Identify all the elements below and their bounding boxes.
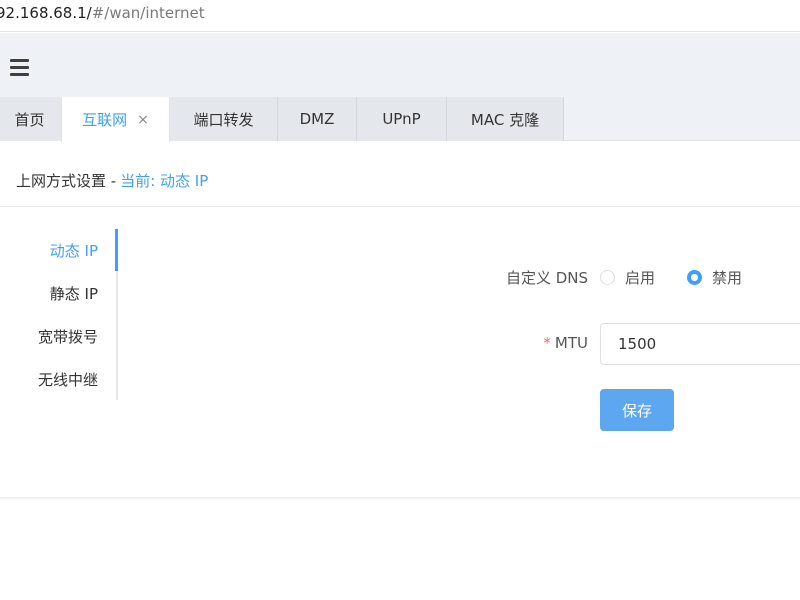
tab-bar: 首页 互联网 × 端口转发 DMZ UPnP MAC 克隆 bbox=[0, 97, 800, 142]
radio-circle-icon bbox=[600, 270, 615, 285]
url-path: #/wan/internet bbox=[91, 4, 205, 22]
tab-upnp[interactable]: UPnP bbox=[357, 97, 447, 141]
required-marker: * bbox=[543, 334, 551, 352]
nav-item-wireless-repeater[interactable]: 无线中继 bbox=[38, 369, 98, 390]
settings-card: 动态 IP 静态 IP 宽带拨号 无线中继 自定义 DNS 启用 禁用 * MTU… bbox=[0, 208, 800, 498]
nav-item-static-ip[interactable]: 静态 IP bbox=[50, 283, 98, 304]
top-bar bbox=[0, 33, 800, 97]
tab-dmz[interactable]: DMZ bbox=[278, 97, 357, 141]
url-text[interactable]: 92.168.68.1/#/wan/internet bbox=[0, 4, 205, 22]
nav-item-dynamic-ip[interactable]: 动态 IP bbox=[50, 240, 98, 261]
radio-label: 启用 bbox=[625, 269, 656, 287]
close-icon[interactable]: × bbox=[137, 112, 149, 128]
page-title: 上网方式设置 - bbox=[16, 172, 117, 190]
nav-item-pppoe[interactable]: 宽带拨号 bbox=[38, 326, 98, 347]
mtu-value: 1500 bbox=[618, 335, 657, 353]
hamburger-menu-icon[interactable] bbox=[10, 59, 29, 76]
dns-disable-radio[interactable]: 禁用 bbox=[687, 267, 742, 288]
save-button[interactable]: 保存 bbox=[600, 389, 674, 431]
tab-label: 端口转发 bbox=[193, 110, 254, 129]
mtu-input[interactable]: 1500 bbox=[600, 323, 800, 365]
tab-label: UPnP bbox=[382, 110, 421, 128]
connection-type-nav: 动态 IP 静态 IP 宽带拨号 无线中继 bbox=[0, 228, 118, 400]
tab-label: 首页 bbox=[14, 110, 45, 129]
page-header: 上网方式设置 - 当前: 动态 IP bbox=[0, 155, 800, 207]
active-indicator bbox=[115, 229, 118, 271]
tab-label: 互联网 bbox=[82, 111, 128, 129]
tab-label: MAC 克隆 bbox=[470, 110, 540, 129]
radio-label: 禁用 bbox=[712, 269, 743, 287]
mtu-label: * MTU bbox=[500, 334, 588, 352]
address-bar[interactable]: 92.168.68.1/#/wan/internet bbox=[0, 0, 800, 32]
dns-label: 自定义 DNS bbox=[505, 269, 588, 287]
current-mode: 当前: 动态 IP bbox=[120, 172, 209, 190]
radio-checked-icon bbox=[687, 270, 702, 285]
tab-mac-clone[interactable]: MAC 克隆 bbox=[447, 97, 564, 141]
tab-label: DMZ bbox=[299, 110, 335, 128]
url-host: 92.168.68.1/ bbox=[0, 4, 92, 22]
tab-internet[interactable]: 互联网 × bbox=[61, 97, 170, 142]
tab-port-forwarding[interactable]: 端口转发 bbox=[170, 97, 278, 141]
mtu-label-text: MTU bbox=[554, 334, 588, 352]
tab-home[interactable]: 首页 bbox=[0, 97, 62, 141]
dns-enable-radio[interactable]: 启用 bbox=[600, 267, 655, 288]
